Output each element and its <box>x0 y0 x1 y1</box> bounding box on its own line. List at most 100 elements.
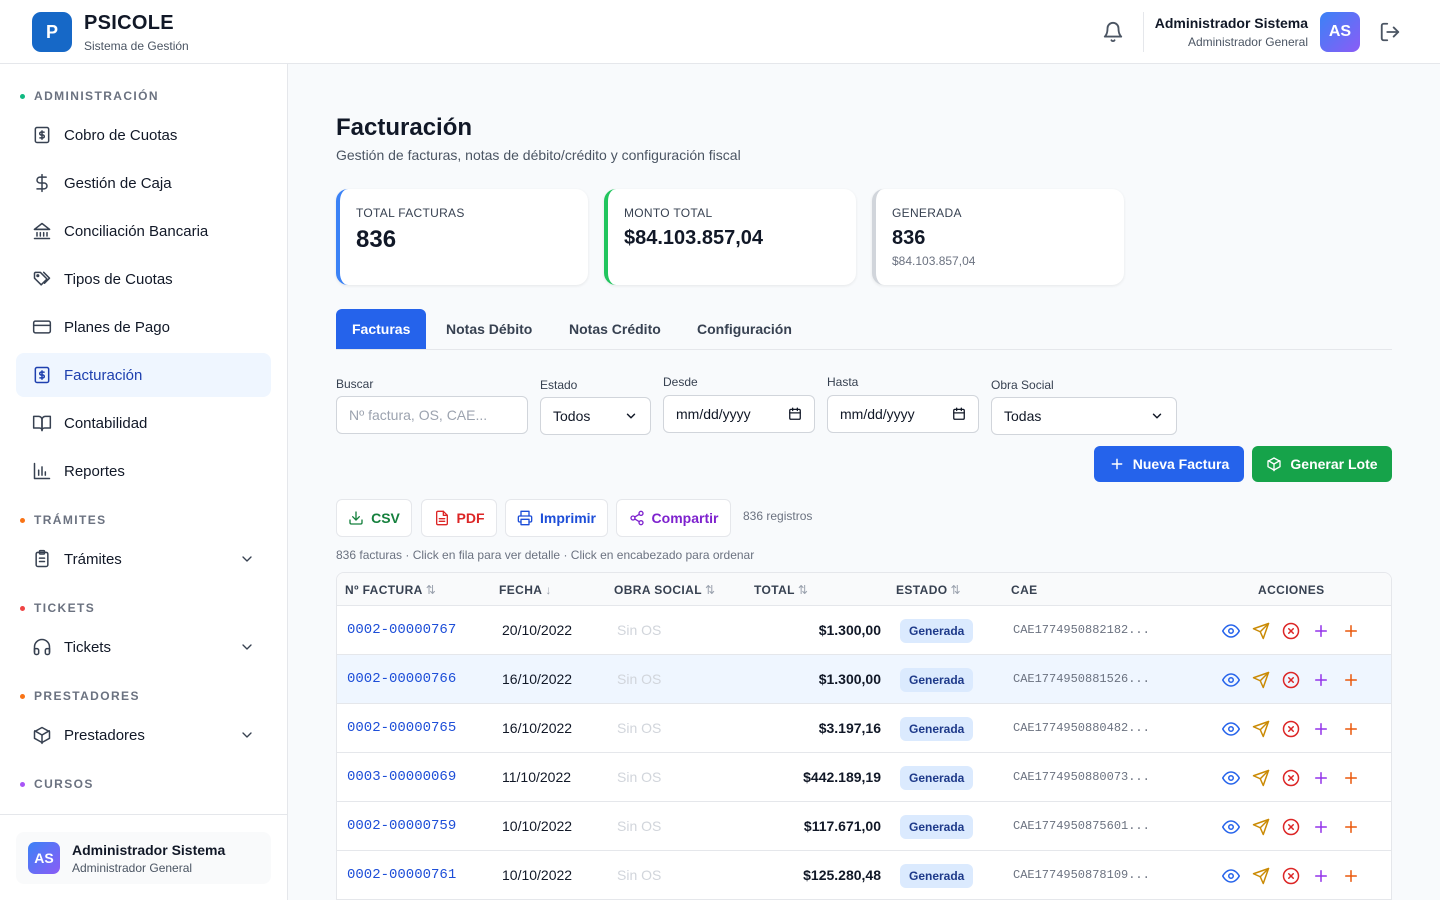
desde-date-input[interactable]: mm/dd/yyyy <box>663 395 815 433</box>
nota-credito-plus-icon[interactable] <box>1342 818 1360 836</box>
factura-number-link[interactable]: 0002-00000765 <box>347 720 456 736</box>
chevron-down-icon[interactable] <box>239 727 255 743</box>
view-icon[interactable] <box>1222 769 1240 787</box>
th-fecha[interactable]: FECHA ↓ <box>499 583 552 597</box>
nota-credito-plus-icon[interactable] <box>1342 769 1360 787</box>
th-factura[interactable]: Nº FACTURA ⇅ <box>345 583 436 597</box>
nota-credito-plus-icon[interactable] <box>1342 720 1360 738</box>
sidebar-item-tickets[interactable]: Tickets <box>16 625 271 669</box>
stat-subvalue: $84.103.857,04 <box>892 254 976 268</box>
factura-number-link[interactable]: 0002-00000767 <box>347 622 456 638</box>
fecha-cell: 20/10/2022 <box>502 622 573 638</box>
tab-configuracion[interactable]: Configuración <box>681 309 808 349</box>
sort-icon: ⇅ <box>950 583 961 597</box>
chevron-down-icon[interactable] <box>239 551 255 567</box>
table-row[interactable]: 0002-00000765 16/10/2022 Sin OS $3.197,16 Ge… <box>337 704 1391 753</box>
table-row[interactable]: 0002-00000767 20/10/2022 Sin OS $1.300,00 Ge… <box>337 606 1391 655</box>
send-icon[interactable] <box>1252 769 1270 787</box>
nota-credito-plus-icon[interactable] <box>1342 671 1360 689</box>
send-icon[interactable] <box>1252 720 1270 738</box>
view-icon[interactable] <box>1222 720 1240 738</box>
sidebar-item-tramites[interactable]: Trámites <box>16 537 271 581</box>
hasta-date-input[interactable]: mm/dd/yyyy <box>827 395 979 433</box>
th-estado[interactable]: ESTADO ⇅ <box>896 583 961 597</box>
page-subtitle: Gestión de facturas, notas de débito/cré… <box>336 147 741 163</box>
cancel-circle-icon[interactable] <box>1282 769 1300 787</box>
table-row[interactable]: 0003-00000069 11/10/2022 Sin OS $442.189,19… <box>337 753 1391 802</box>
table-row[interactable]: 0002-00000761 10/10/2022 Sin OS $125.280,48… <box>337 851 1391 900</box>
export-csv-button[interactable]: CSV <box>336 499 412 537</box>
generar-lote-button[interactable]: Generar Lote <box>1252 446 1392 482</box>
send-icon[interactable] <box>1252 818 1270 836</box>
compartir-button[interactable]: Compartir <box>616 499 731 537</box>
chevron-down-icon[interactable] <box>239 639 255 655</box>
nota-debito-plus-icon[interactable] <box>1312 818 1330 836</box>
calendar-icon[interactable] <box>952 407 966 421</box>
sidebar-item-conciliacion[interactable]: Conciliación Bancaria <box>16 209 271 253</box>
search-input[interactable]: Nº factura, OS, CAE... <box>336 396 528 434</box>
app-logo[interactable]: P <box>32 12 72 52</box>
sidebar-item-label: Conciliación Bancaria <box>64 222 209 240</box>
view-icon[interactable] <box>1222 818 1240 836</box>
table-row[interactable]: 0002-00000759 10/10/2022 Sin OS $117.671,00… <box>337 802 1391 851</box>
sidebar-item-cobro-cuotas[interactable]: Cobro de Cuotas <box>16 113 271 157</box>
download-icon <box>349 511 363 525</box>
tab-facturas[interactable]: Facturas <box>336 309 426 349</box>
sidebar-item-tipos-cuotas[interactable]: Tipos de Cuotas <box>16 257 271 301</box>
calendar-icon[interactable] <box>788 407 802 421</box>
factura-number-link[interactable]: 0002-00000759 <box>347 818 456 834</box>
th-total[interactable]: TOTAL ⇅ <box>754 583 808 597</box>
avatar[interactable]: AS <box>1320 12 1360 52</box>
tab-bar: Facturas Notas Débito Notas Crédito Conf… <box>336 309 1392 350</box>
nota-debito-plus-icon[interactable] <box>1312 622 1330 640</box>
send-icon[interactable] <box>1252 622 1270 640</box>
sidebar-item-label: Gestión de Caja <box>64 174 172 192</box>
factura-number-link[interactable]: 0002-00000766 <box>347 671 456 687</box>
sidebar-item-prestadores[interactable]: Prestadores <box>16 713 271 757</box>
logout-icon[interactable] <box>1379 21 1401 43</box>
imprimir-button[interactable]: Imprimir <box>505 499 608 537</box>
view-icon[interactable] <box>1222 622 1240 640</box>
nota-debito-plus-icon[interactable] <box>1312 867 1330 885</box>
cancel-circle-icon[interactable] <box>1282 867 1300 885</box>
header-divider <box>1143 12 1144 52</box>
nota-credito-plus-icon[interactable] <box>1342 867 1360 885</box>
button-label: Nueva Factura <box>1132 456 1230 472</box>
view-icon[interactable] <box>1222 671 1240 689</box>
tab-notas-debito[interactable]: Notas Débito <box>430 309 548 349</box>
nota-debito-plus-icon[interactable] <box>1312 671 1330 689</box>
package-icon <box>1267 457 1282 472</box>
nueva-factura-button[interactable]: Nueva Factura <box>1094 446 1244 482</box>
cancel-circle-icon[interactable] <box>1282 818 1300 836</box>
estado-select[interactable]: Todos <box>540 397 651 435</box>
factura-number-link[interactable]: 0003-00000069 <box>347 769 456 785</box>
send-icon[interactable] <box>1252 671 1270 689</box>
obra-social-select[interactable]: Todas <box>991 397 1177 435</box>
table-row[interactable]: 0002-00000766 16/10/2022 Sin OS $1.300,00 Ge… <box>337 655 1391 704</box>
nota-debito-plus-icon[interactable] <box>1312 769 1330 787</box>
plus-icon <box>1111 458 1123 470</box>
tab-notas-credito[interactable]: Notas Crédito <box>553 309 677 349</box>
factura-number-link[interactable]: 0002-00000761 <box>347 867 456 883</box>
sidebar-item-gestion-caja[interactable]: Gestión de Caja <box>16 161 271 205</box>
sidebar-item-facturacion[interactable]: Facturación <box>16 353 271 397</box>
export-pdf-button[interactable]: PDF <box>421 499 497 537</box>
table-hint: 836 facturas · Click en fila para ver de… <box>336 548 755 562</box>
nota-debito-plus-icon[interactable] <box>1312 720 1330 738</box>
cancel-circle-icon[interactable] <box>1282 671 1300 689</box>
nota-credito-plus-icon[interactable] <box>1342 622 1360 640</box>
cancel-circle-icon[interactable] <box>1282 720 1300 738</box>
send-icon[interactable] <box>1252 867 1270 885</box>
th-obra-social[interactable]: OBRA SOCIAL ⇅ <box>614 583 715 597</box>
button-label: CSV <box>371 510 400 526</box>
clipboard-icon <box>35 549 49 568</box>
sidebar-user-card[interactable]: AS Administrador Sistema Administrador G… <box>16 832 271 884</box>
status-badge: Generada <box>900 815 974 839</box>
bell-icon[interactable] <box>1102 21 1124 43</box>
sidebar-item-contabilidad[interactable]: Contabilidad <box>16 401 271 445</box>
cancel-circle-icon[interactable] <box>1282 622 1300 640</box>
sidebar-item-planes-pago[interactable]: Planes de Pago <box>16 305 271 349</box>
view-icon[interactable] <box>1222 867 1240 885</box>
sidebar-item-reportes[interactable]: Reportes <box>16 449 271 493</box>
stat-card-total-facturas: TOTAL FACTURAS 836 <box>336 189 588 285</box>
